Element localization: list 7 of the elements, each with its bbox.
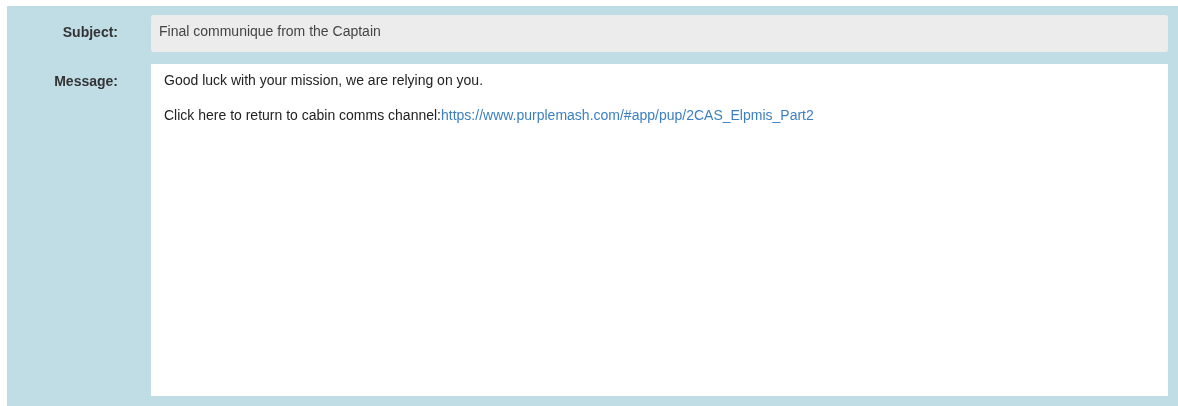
message-text: Click here to return to cabin comms channel:https://www.purplemash.com/#app/pup/2CAS_Elpmis_Part2 <box>164 107 815 124</box>
subject-field[interactable]: Final communique from the Captain <box>151 15 1168 52</box>
subject-label: Subject: <box>61 23 118 40</box>
message-label: Message: <box>53 72 118 89</box>
message-body[interactable]: Good luck with your mission, we are relying on you. Click here to return to cabin comms channel:https://www.purplemash.com/#app/pup/2CAS_Elpmis_Part2 <box>151 64 1168 396</box>
message-text: Good luck with your mission, we are relying on you. <box>164 72 485 89</box>
channel-link[interactable]: https://www.purplemash.com/#app/pup/2CAS_Elpmis_Part2 <box>441 107 814 123</box>
